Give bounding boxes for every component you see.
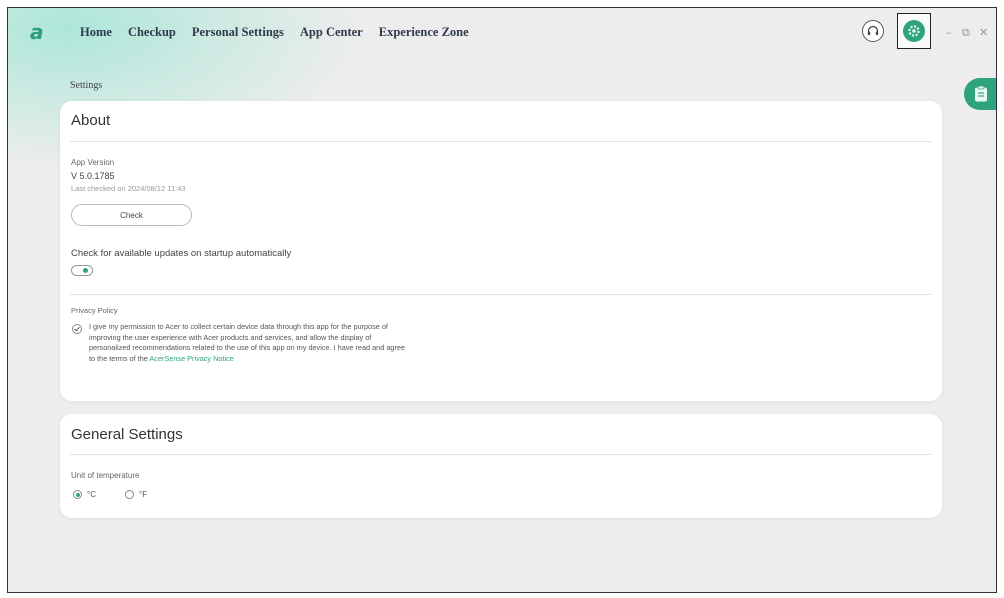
clipboard-icon [975,85,987,102]
about-title: About [71,112,111,129]
top-bar: a Home Checkup Personal Settings App Cen… [8,8,996,58]
gear-icon [908,25,920,37]
checkmark-icon [74,326,80,332]
divider [70,454,932,455]
celsius-label: °C [87,490,96,499]
nav-experience-zone[interactable]: Experience Zone [379,25,469,40]
privacy-consent-text: I give my permission to Acer to collect … [89,322,407,365]
main-nav: Home Checkup Personal Settings App Cente… [80,25,485,40]
divider [70,141,932,142]
app-version-value: V 5.0.1785 [71,171,115,181]
side-panel-button[interactable] [964,78,996,110]
nav-personal-settings[interactable]: Personal Settings [192,25,284,40]
privacy-consent-body: I give my permission to Acer to collect … [89,322,405,364]
privacy-consent-checkbox[interactable] [72,324,82,334]
temperature-unit-label: Unit of temperature [71,471,140,480]
celsius-radio[interactable] [73,490,82,499]
page-title: Settings [70,80,103,91]
app-version-label: App Version [71,158,115,167]
last-checked-text: Last checked on 2024/08/12 11:43 [71,184,186,193]
close-button[interactable]: ✕ [979,26,988,39]
fahrenheit-radio[interactable] [125,490,134,499]
minimize-button[interactable]: – [946,26,952,39]
acer-logo: a [30,20,44,44]
nav-app-center[interactable]: App Center [300,25,363,40]
about-card: About App Version V 5.0.1785 Last checke… [60,101,942,401]
headset-icon [867,25,879,36]
settings-button[interactable] [897,13,931,49]
privacy-policy-label: Privacy Policy [71,306,118,315]
general-settings-card: General Settings Unit of temperature °C … [60,414,942,518]
nav-checkup[interactable]: Checkup [128,25,176,40]
restore-button[interactable]: ⧉ [962,26,970,40]
toggle-knob [83,268,88,273]
privacy-notice-link[interactable]: AcerSense Privacy Notice [149,354,233,363]
auto-update-toggle[interactable] [71,265,93,276]
support-button[interactable] [862,20,884,42]
nav-home[interactable]: Home [80,25,112,40]
check-updates-button[interactable]: Check [71,204,192,226]
fahrenheit-label: °F [139,490,148,499]
app-window: a Home Checkup Personal Settings App Cen… [7,7,997,593]
general-settings-title: General Settings [71,426,183,443]
divider [70,294,932,295]
auto-update-label: Check for available updates on startup a… [71,248,292,259]
